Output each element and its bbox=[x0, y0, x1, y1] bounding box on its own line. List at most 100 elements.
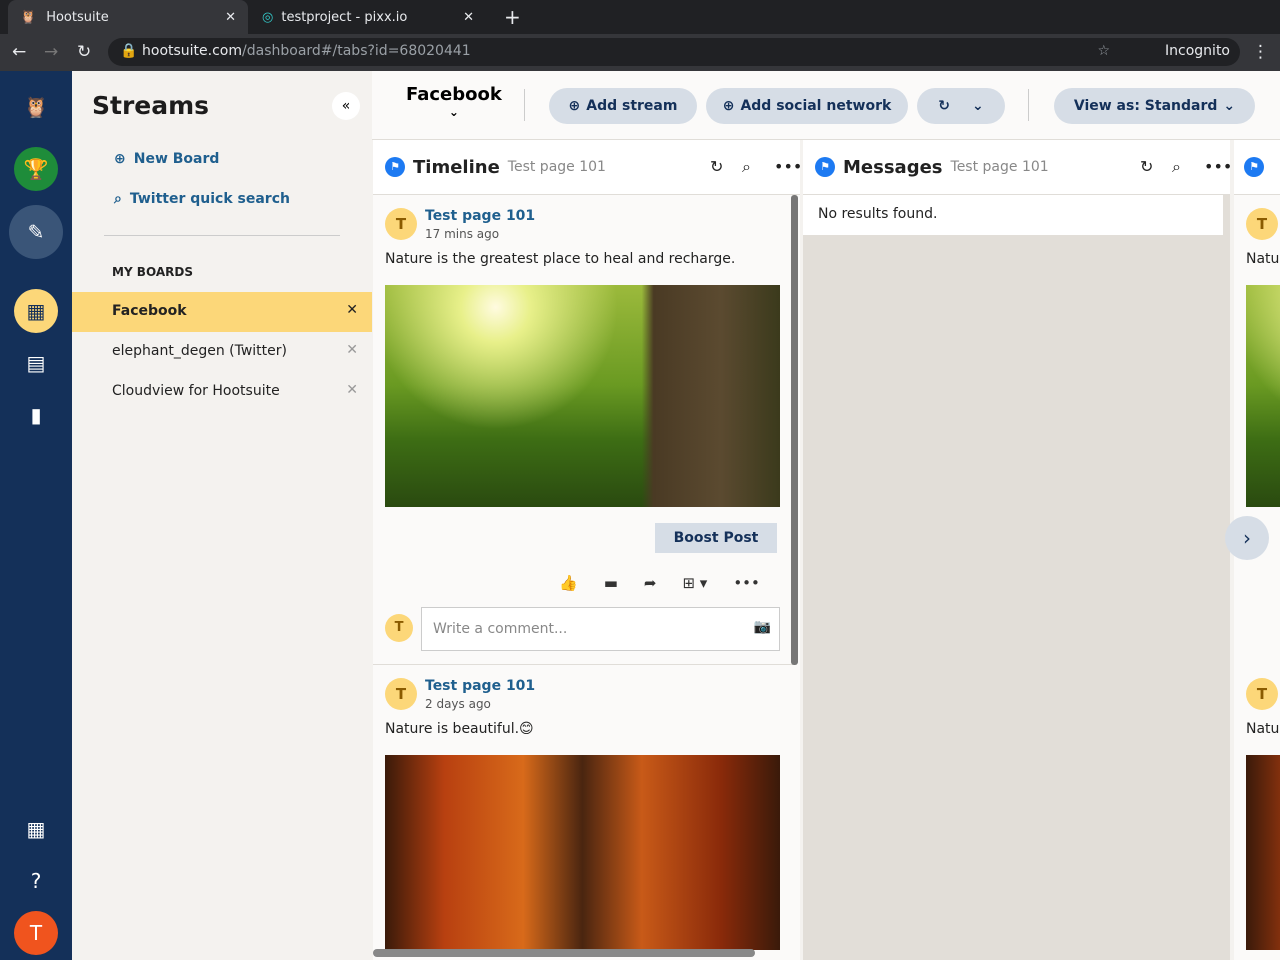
more-icon[interactable]: ••• bbox=[1204, 157, 1232, 176]
post-text: Natu bbox=[1246, 251, 1280, 267]
reload-icon[interactable]: ↻ bbox=[77, 42, 91, 62]
lock-icon: 🔒 bbox=[120, 43, 138, 59]
board-facebook[interactable]: Facebook ✕ bbox=[72, 292, 372, 332]
post-time[interactable]: 2 days ago bbox=[425, 697, 491, 711]
tab-hootsuite[interactable]: 🦉 Hootsuite ✕ bbox=[8, 0, 248, 34]
divider bbox=[104, 235, 340, 236]
flag-icon: ⚑ bbox=[1244, 157, 1264, 177]
close-icon[interactable]: ✕ bbox=[346, 342, 358, 358]
more-icon[interactable]: ••• bbox=[733, 574, 760, 592]
avatar: T bbox=[1246, 208, 1278, 240]
post-image bbox=[1246, 285, 1280, 507]
star-icon[interactable]: ☆ bbox=[1097, 43, 1110, 59]
empty-message: No results found. bbox=[803, 195, 1223, 235]
comment-icon[interactable]: ▬ bbox=[604, 574, 618, 592]
add-social-network-button[interactable]: ⊕ Add social network bbox=[706, 88, 908, 124]
stream-header: ⚑ bbox=[1234, 140, 1280, 195]
view-as-button[interactable]: View as: Standard ⌄ bbox=[1054, 88, 1255, 124]
scrollbar[interactable] bbox=[791, 195, 798, 665]
back-icon[interactable]: ← bbox=[12, 42, 26, 62]
horizontal-scrollbar[interactable] bbox=[373, 949, 755, 957]
post-text: Natu bbox=[1246, 721, 1280, 737]
board-selector[interactable]: Facebook ⌄ bbox=[406, 84, 502, 119]
avatar: T bbox=[1246, 678, 1278, 710]
scroll-right-button[interactable]: › bbox=[1225, 516, 1269, 560]
search-icon[interactable]: ⌕ bbox=[1172, 157, 1181, 177]
pixx-icon: ◎ bbox=[262, 9, 274, 25]
avatar: T bbox=[385, 614, 413, 642]
plus-icon: ⊕ bbox=[114, 151, 126, 167]
chevron-down-icon: ⌄ bbox=[972, 98, 984, 114]
board-cloudview[interactable]: Cloudview for Hootsuite ✕ bbox=[72, 372, 372, 412]
refresh-icon: ↻ bbox=[938, 98, 950, 114]
avatar[interactable]: T bbox=[14, 911, 58, 955]
camera-icon[interactable]: 📷 bbox=[754, 619, 771, 635]
stream-header: ⚑ Messages Test page 101 ↻ ⌕ ••• bbox=[803, 140, 1232, 195]
browser-tabbar: 🦉 Hootsuite ✕ ◎ testproject - pixx.io ✕ + bbox=[0, 0, 1280, 34]
trophy-icon[interactable]: 🏆 bbox=[14, 147, 58, 191]
compose-icon[interactable]: ✎ bbox=[9, 205, 63, 259]
incognito-badge[interactable]: Incognito bbox=[1165, 43, 1230, 59]
post-text: Nature is beautiful.😊 bbox=[385, 721, 534, 737]
refresh-icon[interactable]: ↻ bbox=[1140, 157, 1153, 176]
post-time[interactable]: 17 mins ago bbox=[425, 227, 499, 241]
stream-messages: ⚑ Messages Test page 101 ↻ ⌕ ••• No results … bbox=[803, 140, 1232, 960]
sidebar-title: Streams bbox=[92, 91, 210, 120]
boards-heading: MY BOARDS bbox=[112, 265, 193, 279]
analytics-icon[interactable]: ▮ bbox=[14, 393, 58, 437]
like-icon[interactable]: 👍 bbox=[559, 574, 578, 592]
divider bbox=[373, 664, 793, 665]
flag-icon: ⚑ bbox=[385, 157, 405, 177]
hootsuite-logo-icon[interactable]: 🦉 bbox=[14, 85, 58, 129]
chevron-down-icon: ⌄ bbox=[448, 105, 459, 119]
stream-timeline: ⚑ Timeline Test page 101 ↻ ⌕ ••• T Test page… bbox=[373, 140, 802, 960]
add-stream-button[interactable]: ⊕ Add stream bbox=[549, 88, 697, 124]
help-icon[interactable]: ? bbox=[14, 859, 58, 903]
owl-icon: 🦉 bbox=[20, 9, 37, 25]
streams-icon[interactable]: ▦ bbox=[14, 289, 58, 333]
post-actions: 👍 ▬ ➦ ⊞ ▾ ••• bbox=[559, 574, 760, 592]
post-text: Nature is the greatest place to heal and… bbox=[385, 251, 736, 267]
calendar-icon[interactable]: ▤ bbox=[14, 341, 58, 385]
new-tab-button[interactable]: + bbox=[492, 0, 533, 34]
board-toolbar: Facebook ⌄ ⊕ Add stream ⊕ Add social networ… bbox=[372, 71, 1280, 140]
close-tab-icon[interactable]: ✕ bbox=[225, 10, 236, 25]
app-rail: 🦉 🏆 ✎ ▦ ▤ ▮ ▦ ? T bbox=[0, 71, 72, 960]
forward-icon[interactable]: → bbox=[44, 42, 58, 62]
twitter-quick-search-link[interactable]: ⌕ Twitter quick search bbox=[114, 191, 290, 207]
search-icon: ⌕ bbox=[114, 191, 122, 207]
url-input[interactable]: 🔒 hootsuite.com/dashboard#/tabs?id=680204… bbox=[108, 38, 1240, 66]
divider bbox=[1028, 89, 1029, 121]
close-tab-icon[interactable]: ✕ bbox=[463, 10, 474, 25]
search-icon[interactable]: ⌕ bbox=[742, 157, 751, 177]
post-author[interactable]: Test page 101 bbox=[425, 678, 535, 694]
address-bar-row: ← → ↻ 🔒 hootsuite.com/dashboard#/tabs?id=… bbox=[0, 34, 1280, 71]
menu-icon[interactable]: ⋮ bbox=[1252, 42, 1269, 62]
close-icon[interactable]: ✕ bbox=[346, 302, 358, 318]
plus-circle-icon: ⊕ bbox=[568, 98, 581, 114]
plus-circle-icon: ⊕ bbox=[722, 98, 735, 114]
new-board-link[interactable]: ⊕ New Board bbox=[114, 151, 219, 167]
collapse-button[interactable]: « bbox=[332, 92, 360, 120]
refresh-button[interactable]: ↻ ⌄ bbox=[917, 88, 1005, 124]
post-author[interactable]: Test page 101 bbox=[425, 208, 535, 224]
post-image bbox=[1246, 755, 1280, 950]
apps-icon[interactable]: ▦ bbox=[14, 807, 58, 851]
comment-input[interactable]: Write a comment... 📷 bbox=[421, 607, 780, 651]
divider bbox=[524, 89, 525, 121]
avatar: T bbox=[385, 678, 417, 710]
close-icon[interactable]: ✕ bbox=[346, 382, 358, 398]
refresh-icon[interactable]: ↻ bbox=[710, 157, 723, 176]
more-icon[interactable]: ••• bbox=[774, 157, 802, 176]
stream-header: ⚑ Timeline Test page 101 ↻ ⌕ ••• bbox=[373, 140, 802, 195]
streams-sidebar: Streams « ⊕ New Board ⌕ Twitter quick sear… bbox=[72, 71, 372, 960]
chevron-down-icon: ⌄ bbox=[1223, 98, 1236, 114]
board-elephant-degen[interactable]: elephant_degen (Twitter) ✕ bbox=[72, 332, 372, 372]
post-image[interactable] bbox=[385, 285, 780, 507]
post-image[interactable] bbox=[385, 755, 780, 950]
schedule-icon[interactable]: ⊞ ▾ bbox=[682, 574, 707, 592]
share-icon[interactable]: ➦ bbox=[644, 574, 657, 592]
avatar: T bbox=[385, 208, 417, 240]
tab-pixx[interactable]: ◎ testproject - pixx.io ✕ bbox=[250, 0, 486, 34]
boost-post-button[interactable]: Boost Post bbox=[655, 523, 777, 553]
